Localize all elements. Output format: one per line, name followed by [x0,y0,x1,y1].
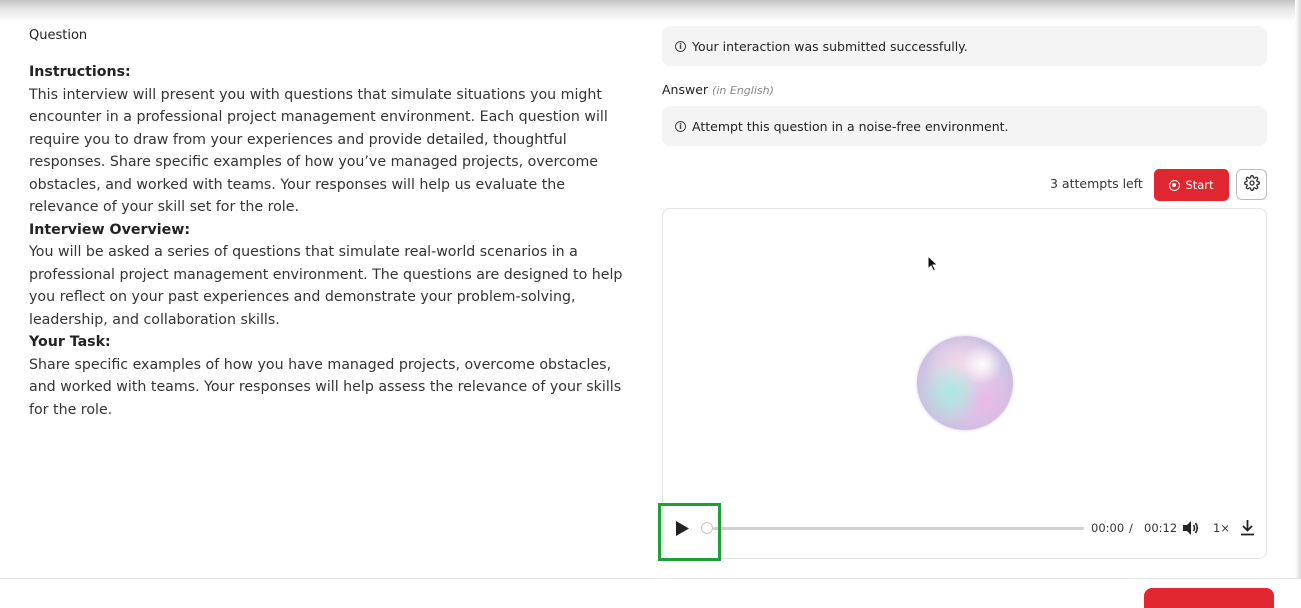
download-icon [1240,520,1255,540]
window-edge [1295,0,1301,597]
gear-icon [1243,174,1260,195]
time-separator: / [1129,521,1133,535]
footer-action-button[interactable] [1144,588,1274,608]
start-label: Start [1185,178,1214,192]
cursor-icon [927,254,939,276]
question-content: Instructions: This interview will presen… [29,61,639,421]
question-label: Question [29,28,88,43]
footer-bar [0,578,1301,598]
volume-icon [1182,521,1200,540]
download-button[interactable] [1240,519,1255,540]
playback-speed-button[interactable]: 1× [1213,521,1230,535]
instructions-text: This interview will present you with que… [29,86,608,216]
overview-heading: Interview Overview: [29,221,191,238]
audio-visualizer-orb [917,336,1013,430]
answer-label: Answer (in English) [662,82,774,97]
task-text: Share specific examples of how you have … [29,356,622,418]
info-icon: i [675,120,686,132]
answer-label-text: Answer [662,82,709,97]
environment-notice: i Attempt this question in a noise-free … [662,106,1267,146]
answer-language: (in English) [712,84,774,97]
overview-text: You will be asked a series of questions … [29,244,623,328]
play-button-highlight [658,503,721,561]
volume-button[interactable] [1182,520,1200,540]
settings-button[interactable] [1236,169,1267,200]
info-icon: i [675,40,686,52]
submission-notice: i Your interaction was submitted success… [662,26,1267,66]
top-shadow [0,0,1301,22]
instructions-heading: Instructions: [29,64,131,80]
submission-notice-text: Your interaction was submitted successfu… [692,38,968,54]
start-recording-button[interactable]: Start [1154,169,1229,201]
environment-notice-text: Attempt this question in a noise-free en… [692,118,1009,134]
attempts-left: 3 attempts left [1050,176,1143,191]
total-time: 00:12 [1144,521,1178,535]
current-time: 00:00 [1091,521,1125,535]
seek-bar[interactable] [713,527,1084,530]
task-heading: Your Task: [29,334,111,350]
record-icon [1169,179,1181,191]
